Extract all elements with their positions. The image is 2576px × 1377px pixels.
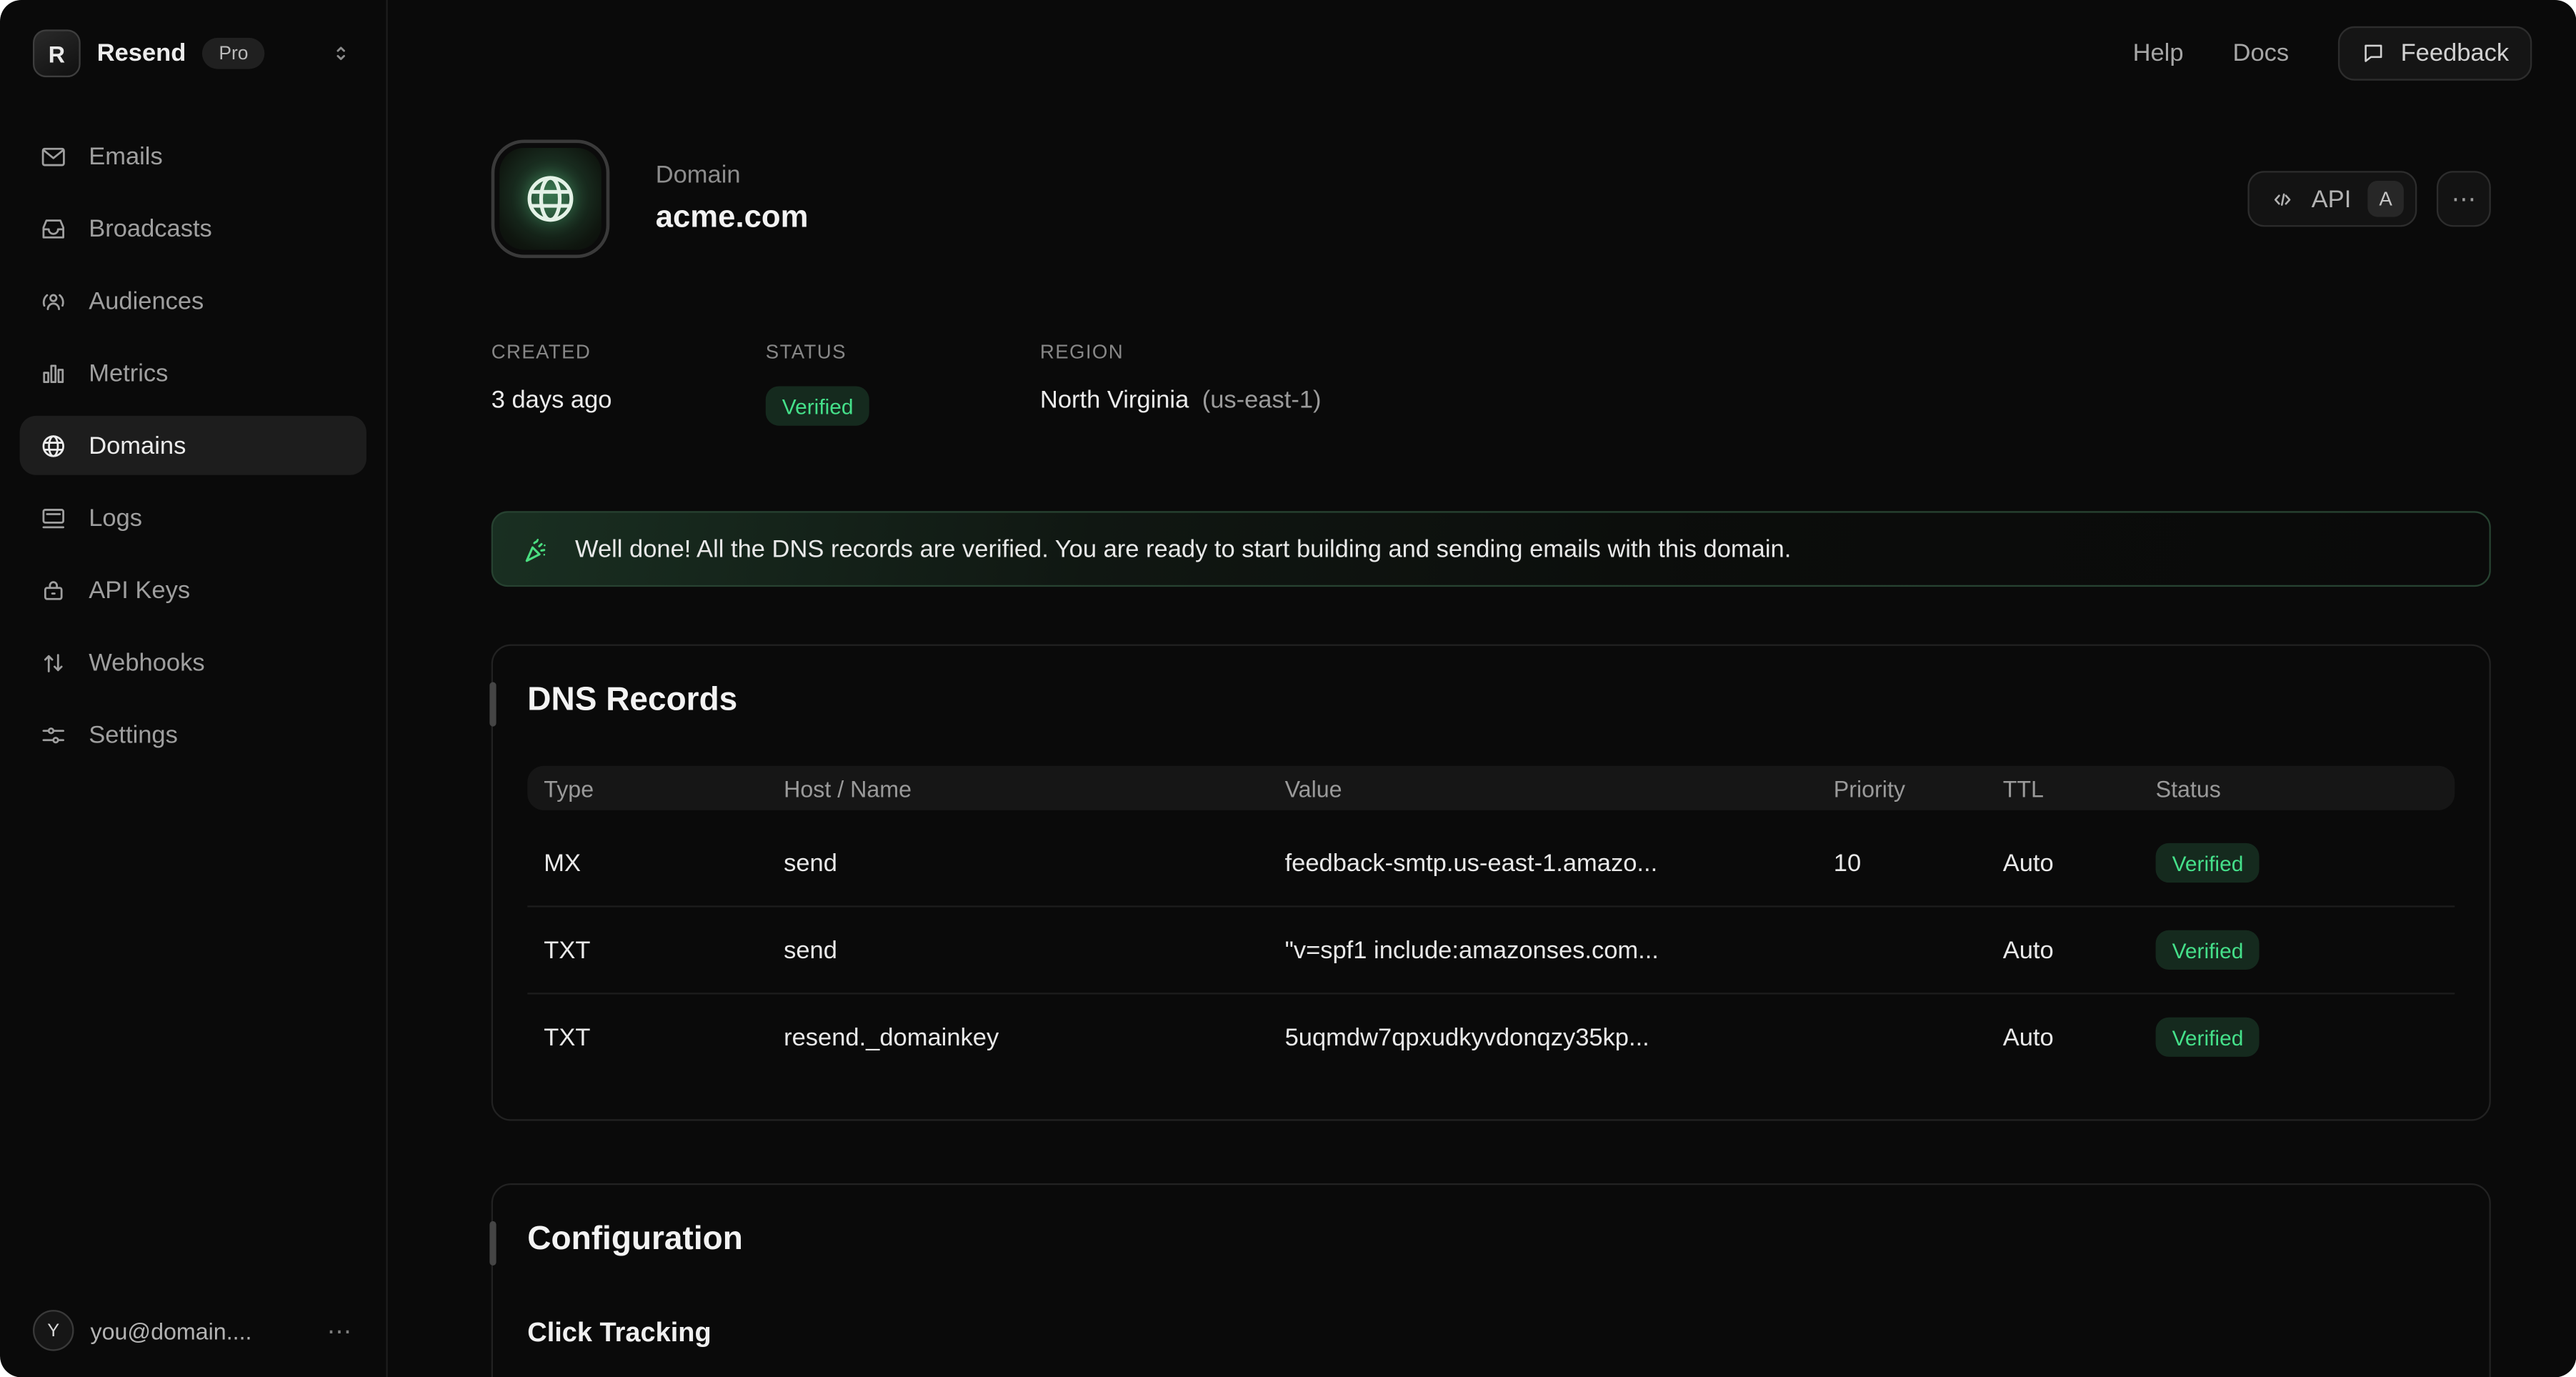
- header-actions: API A ⋯: [2247, 171, 2491, 227]
- entity-label: Domain: [656, 161, 809, 189]
- cell-ttl: Auto: [2003, 936, 2156, 964]
- brand-name: Resend: [97, 39, 186, 67]
- table-header: Type Host / Name Value Priority TTL Stat…: [527, 766, 2455, 810]
- meta-status: STATUS Verified: [766, 340, 1040, 426]
- sidebar-item-settings[interactable]: Settings: [20, 705, 366, 765]
- status-label: STATUS: [766, 340, 1040, 363]
- domain-avatar: [491, 140, 610, 259]
- sidebar-item-metrics[interactable]: Metrics: [20, 344, 366, 403]
- more-options-button[interactable]: ⋯: [2437, 171, 2491, 227]
- help-link[interactable]: Help: [2133, 39, 2184, 66]
- feedback-button[interactable]: Feedback: [2338, 26, 2532, 80]
- cell-priority: 10: [1834, 849, 2003, 877]
- click-tracking-label: Click Tracking: [527, 1318, 2455, 1350]
- banner-message: Well done! All the DNS records are verif…: [575, 535, 1791, 563]
- cell-value: 5uqmdw7qpxudkyvdonqzy35kp...: [1285, 1023, 1834, 1051]
- mail-icon: [39, 142, 67, 170]
- created-value: 3 days ago: [491, 387, 766, 414]
- cell-host: send: [784, 936, 1285, 964]
- region-code: (us-east-1): [1202, 387, 1322, 414]
- user-menu[interactable]: Y you@domain.... ⋯: [20, 1310, 366, 1351]
- cell-ttl: Auto: [2003, 1023, 2156, 1051]
- card-accent-notch: [489, 682, 496, 727]
- main-area: Help Docs Feedback Domain acme.com: [388, 0, 2576, 1377]
- table-row[interactable]: TXT resend._domainkey 5uqmdw7qpxudkyvdon…: [527, 995, 2455, 1080]
- speech-bubble-icon: [2361, 40, 2386, 65]
- domain-titles: Domain acme.com: [656, 161, 809, 237]
- cell-value: "v=spf1 include:amazonses.com...: [1285, 936, 1834, 964]
- bar-chart-icon: [39, 359, 67, 387]
- api-button[interactable]: API A: [2247, 171, 2417, 227]
- sidebar: R Resend Pro Emails Broadcasts Audiences: [0, 0, 388, 1377]
- col-ttl: TTL: [2003, 775, 2156, 801]
- table-row[interactable]: MX send feedback-smtp.us-east-1.amazo...…: [527, 820, 2455, 908]
- cell-type: TXT: [544, 1023, 784, 1051]
- party-popper-icon: [521, 533, 552, 565]
- status-badge: Verified: [2156, 930, 2260, 970]
- success-banner: Well done! All the DNS records are verif…: [491, 511, 2491, 587]
- lock-icon: [39, 576, 67, 604]
- domain-meta: CREATED 3 days ago STATUS Verified REGIO…: [491, 340, 2491, 426]
- cell-host: resend._domainkey: [784, 1023, 1285, 1051]
- configuration-card: Configuration Click Tracking: [491, 1183, 2491, 1377]
- users-icon: [39, 287, 67, 314]
- meta-created: CREATED 3 days ago: [491, 340, 766, 426]
- status-badge: Verified: [2156, 1018, 2260, 1057]
- col-status: Status: [2156, 775, 2439, 801]
- docs-link[interactable]: Docs: [2233, 39, 2290, 66]
- domain-header: Domain acme.com API A ⋯: [491, 140, 2491, 259]
- sidebar-item-api-keys[interactable]: API Keys: [20, 560, 366, 620]
- code-icon: [2270, 187, 2295, 212]
- user-email: you@domain....: [91, 1317, 252, 1343]
- chevron-up-down-icon[interactable]: [329, 41, 354, 66]
- arrows-up-down-icon: [39, 648, 67, 676]
- inbox-icon: [39, 214, 67, 242]
- top-bar: Help Docs Feedback: [388, 0, 2576, 105]
- user-menu-ellipsis-icon[interactable]: ⋯: [327, 1316, 354, 1345]
- status-badge: Verified: [766, 387, 870, 426]
- table-body: MX send feedback-smtp.us-east-1.amazo...…: [527, 820, 2455, 1080]
- cell-type: MX: [544, 849, 784, 877]
- col-host: Host / Name: [784, 775, 1285, 801]
- app-window: R Resend Pro Emails Broadcasts Audiences: [0, 0, 2576, 1377]
- dns-records-title: DNS Records: [527, 682, 2455, 720]
- scaled-viewport: R Resend Pro Emails Broadcasts Audiences: [0, 0, 2576, 1377]
- resend-logo: R: [33, 29, 81, 77]
- ellipsis-icon: ⋯: [2452, 184, 2477, 214]
- plan-badge: Pro: [202, 38, 264, 69]
- col-priority: Priority: [1834, 775, 2003, 801]
- col-type: Type: [544, 775, 784, 801]
- created-label: CREATED: [491, 340, 766, 363]
- status-badge: Verified: [2156, 843, 2260, 883]
- sidebar-nav: Emails Broadcasts Audiences Metrics Doma…: [20, 126, 366, 764]
- configuration-title: Configuration: [527, 1221, 2455, 1259]
- sidebar-item-logs[interactable]: Logs: [20, 488, 366, 547]
- dns-records-card: DNS Records Type Host / Name Value Prior…: [491, 645, 2491, 1121]
- sidebar-item-broadcasts[interactable]: Broadcasts: [20, 199, 366, 258]
- cell-host: send: [784, 849, 1285, 877]
- dns-records-table: Type Host / Name Value Priority TTL Stat…: [527, 766, 2455, 1080]
- sidebar-item-audiences[interactable]: Audiences: [20, 272, 366, 331]
- table-row[interactable]: TXT send "v=spf1 include:amazonses.com..…: [527, 908, 2455, 995]
- card-accent-notch: [489, 1221, 496, 1266]
- sidebar-item-emails[interactable]: Emails: [20, 126, 366, 186]
- region-label: REGION: [1040, 340, 1322, 363]
- cell-type: TXT: [544, 936, 784, 964]
- col-value: Value: [1285, 775, 1834, 801]
- cell-ttl: Auto: [2003, 849, 2156, 877]
- workspace-switcher[interactable]: R Resend Pro: [20, 23, 366, 77]
- sidebar-item-webhooks[interactable]: Webhooks: [20, 633, 366, 692]
- sliders-icon: [39, 721, 67, 749]
- logs-icon: [39, 504, 67, 532]
- avatar: Y: [33, 1310, 74, 1351]
- sidebar-item-domains[interactable]: Domains: [20, 416, 366, 475]
- globe-icon: [522, 171, 578, 227]
- region-value: North Virginia: [1040, 387, 1189, 414]
- cell-value: feedback-smtp.us-east-1.amazo...: [1285, 849, 1834, 877]
- keyboard-shortcut-badge: A: [2367, 181, 2404, 217]
- page-title: acme.com: [656, 201, 809, 237]
- domain-page: Domain acme.com API A ⋯ CREATED: [388, 0, 2576, 1377]
- meta-region: REGION North Virginia (us-east-1): [1040, 340, 1322, 426]
- globe-icon: [39, 432, 67, 459]
